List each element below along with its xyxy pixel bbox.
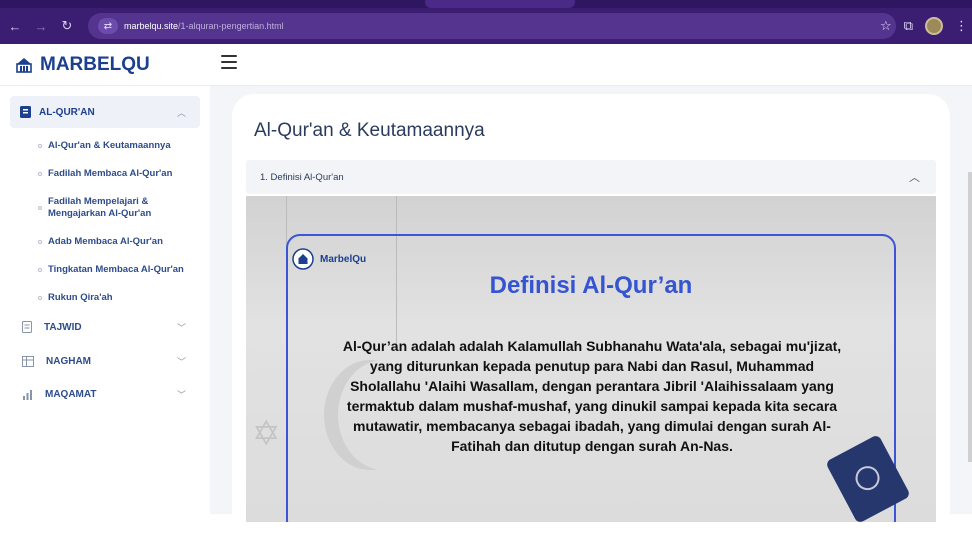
bullet-icon: [38, 172, 42, 176]
sidebar-subitem-keutamaan[interactable]: Al-Qur'an & Keutamaannya: [38, 140, 208, 152]
definition-infographic: ✡ MarbelQu Definisi Al-Qur’an Al-Qur’an …: [246, 196, 936, 522]
site-settings-icon[interactable]: ⇄: [98, 18, 118, 34]
back-icon[interactable]: ←: [4, 15, 26, 37]
scrollbar[interactable]: [968, 172, 972, 462]
infographic-text: Al-Qur’an adalah adalah Kalamullah Subha…: [342, 338, 842, 454]
browser-menu-icon[interactable]: ⋮: [955, 18, 968, 34]
browser-actions: ☆ ⧉ ⋮: [880, 8, 968, 44]
book-seal-icon: [851, 461, 884, 495]
active-tab[interactable]: [425, 0, 575, 8]
chevron-down-icon: ﹀: [176, 390, 186, 400]
sidebar-item-tajwid[interactable]: TAJWID ﹀: [22, 321, 202, 333]
sidebar-subitem-rukun[interactable]: Rukun Qira'ah: [38, 292, 208, 304]
url-path: /1-alquran-pengertian.html: [178, 21, 284, 31]
app-header: MARBELQU: [0, 44, 972, 86]
content-card: Al-Qur'an & Keutamaannya 1. Definisi Al-…: [232, 94, 950, 534]
brand-name: MARBELQU: [40, 54, 150, 75]
sidebar-subitem-fadilah-membaca[interactable]: Fadilah Membaca Al-Qur'an: [38, 168, 208, 180]
infographic-brand-name: MarbelQu: [320, 253, 367, 265]
bullet-icon: [38, 206, 42, 210]
bullet-icon: [38, 144, 42, 148]
url-bar[interactable]: ⇄ marbelqu.site /1-alquran-pengertian.ht…: [88, 13, 896, 39]
star-decoration: ✡: [252, 415, 281, 453]
sidebar: AL-QUR'AN ︿ Al-Qur'an & Keutamaannya Fad…: [0, 86, 210, 514]
main-content: Al-Qur'an & Keutamaannya 1. Definisi Al-…: [210, 86, 972, 534]
sidebar-section-label: MAQAMAT: [45, 389, 97, 400]
document-icon: [22, 321, 32, 333]
sidebar-subitem-label: Fadilah Membaca Al-Qur'an: [48, 168, 173, 179]
bullet-icon: [38, 268, 42, 272]
sidebar-subitem-label: Al-Qur'an & Keutamaannya: [48, 140, 171, 151]
bookmark-star-icon[interactable]: ☆: [880, 18, 892, 34]
sidebar-item-alquran[interactable]: AL-QUR'AN ︿: [10, 96, 200, 128]
address-bar-row: ← → ↻ ⇄ marbelqu.site /1-alquran-pengert…: [0, 8, 972, 44]
tab-strip: [0, 0, 972, 8]
sidebar-subitem-label: Tingkatan Membaca Al-Qur'an: [48, 264, 184, 275]
chevron-down-icon: ﹀: [176, 357, 186, 367]
profile-avatar[interactable]: [925, 17, 943, 35]
infographic-title: Definisi Al-Qur’an: [489, 272, 693, 299]
reload-icon[interactable]: ↻: [56, 15, 78, 37]
site-logo[interactable]: MARBELQU: [14, 54, 150, 76]
extensions-icon[interactable]: ⧉: [904, 18, 913, 34]
sidebar-subitem-label: Rukun Qira'ah: [48, 292, 113, 303]
mosque-logo-icon: [292, 248, 314, 270]
table-icon: [22, 356, 34, 367]
sidebar-section-label: NAGHAM: [46, 356, 91, 367]
sidebar-item-nagham[interactable]: NAGHAM ﹀: [22, 356, 202, 367]
chevron-up-icon[interactable]: ︿: [909, 169, 920, 185]
sidebar-section-label: AL-QUR'AN: [39, 106, 95, 118]
sidebar-subitem-tingkatan[interactable]: Tingkatan Membaca Al-Qur'an: [38, 264, 208, 276]
sidebar-item-maqamat[interactable]: MAQAMAT ﹀: [22, 389, 202, 400]
menu-toggle-icon[interactable]: [221, 55, 237, 69]
page-title: Al-Qur'an & Keutamaannya: [254, 120, 485, 141]
sidebar-subitem-label: Adab Membaca Al-Qur'an: [48, 236, 163, 247]
chevron-down-icon: ﹀: [176, 322, 186, 333]
url-host: marbelqu.site: [124, 21, 179, 31]
accordion-title: 1. Definisi Al-Qur'an: [260, 171, 344, 183]
book-icon: [20, 106, 31, 118]
chevron-up-icon: ︿: [176, 107, 186, 118]
bullet-icon: [38, 296, 42, 300]
accordion-header-definisi[interactable]: 1. Definisi Al-Qur'an ︿: [246, 160, 936, 194]
browser-chrome: ← → ↻ ⇄ marbelqu.site /1-alquran-pengert…: [0, 0, 972, 44]
mosque-logo-icon: [16, 58, 32, 73]
bar-chart-icon: [23, 390, 32, 400]
sidebar-subitem-adab[interactable]: Adab Membaca Al-Qur'an: [38, 236, 208, 248]
sidebar-subitem-label: Fadilah Mempelajari & Mengajarkan Al-Qur…: [48, 196, 152, 219]
infographic-brand: MarbelQu: [292, 248, 366, 270]
sidebar-section-label: TAJWID: [44, 321, 82, 333]
bullet-icon: [38, 240, 42, 244]
sidebar-subitem-fadilah-mempelajari[interactable]: Fadilah Mempelajari & Mengajarkan Al-Qur…: [38, 196, 198, 220]
forward-icon[interactable]: →: [30, 15, 52, 37]
